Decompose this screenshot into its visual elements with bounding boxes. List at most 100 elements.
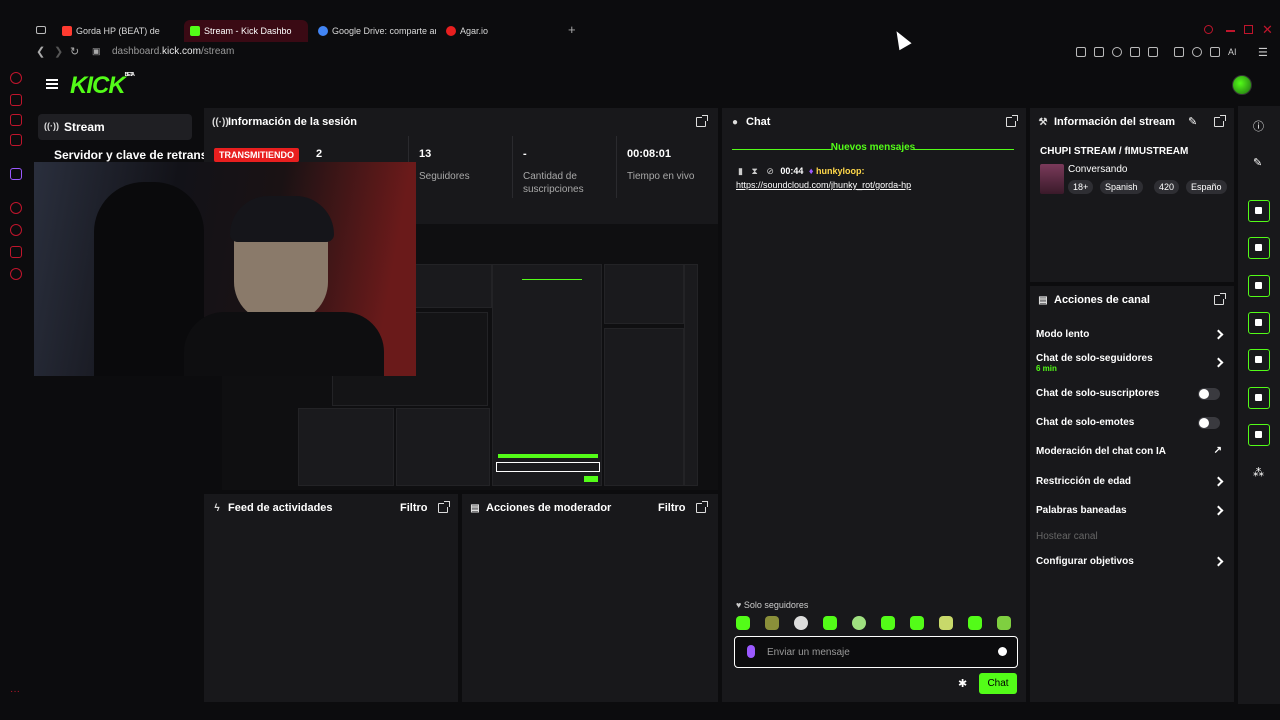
live-status-badge: TRANSMITIENDO <box>214 148 299 162</box>
tab-agar[interactable]: Agar.io <box>440 20 564 42</box>
action-followers-only-chat[interactable]: Chat de solo-seguidores 6 min <box>1036 353 1228 373</box>
ban-icon[interactable]: ⊘ <box>766 166 774 176</box>
action-banned-words[interactable]: Palabras baneadas <box>1036 505 1228 516</box>
instagram-icon[interactable] <box>10 134 22 146</box>
mic-icon[interactable] <box>747 645 755 658</box>
tab-overview-icon[interactable] <box>36 26 46 34</box>
emote[interactable] <box>823 616 837 630</box>
rail-button-mod-actions[interactable] <box>1248 275 1270 297</box>
extension-puzzle-icon[interactable] <box>1174 47 1184 57</box>
apps-icon[interactable]: ⁂ <box>1253 466 1264 479</box>
forward-icon[interactable]: ❯ <box>54 45 63 58</box>
messenger-icon[interactable] <box>10 72 22 84</box>
rail-button-activity[interactable] <box>1248 237 1270 259</box>
action-slow-mode[interactable]: Modo lento <box>1036 329 1228 340</box>
rail-button-session[interactable] <box>1248 200 1270 222</box>
wrench-icon: ⚒ <box>1038 116 1048 128</box>
hamburger-menu-icon[interactable] <box>46 79 58 89</box>
filter-button[interactable]: Filtro <box>400 502 428 514</box>
moderator-actions-panel: ▤ Acciones de moderador Filtro <box>462 494 718 702</box>
info-icon[interactable]: ⓘ <box>1253 118 1264 134</box>
tab-kick-dashboard[interactable]: Stream - Kick Dashbo <box>184 20 308 42</box>
menu-icon[interactable]: ☰ <box>1258 46 1268 59</box>
kick-logo[interactable]: KICKBETA <box>70 72 135 100</box>
external-link-icon: ↗ <box>1213 445 1222 456</box>
heart-icon[interactable] <box>1148 47 1158 57</box>
timeout-icon[interactable]: ⧗ <box>751 166 757 176</box>
snapshot-icon[interactable] <box>1094 47 1104 57</box>
popout-icon[interactable] <box>438 501 450 513</box>
twitch-icon[interactable] <box>10 168 22 180</box>
url-field[interactable]: dashboard.kick.com/stream <box>112 46 234 57</box>
reload-icon[interactable]: ↻ <box>70 45 79 58</box>
emote[interactable] <box>852 616 866 630</box>
new-tab-button[interactable]: + <box>568 22 576 37</box>
search-icon[interactable] <box>1204 25 1213 34</box>
download-icon[interactable] <box>1210 47 1220 57</box>
emote[interactable] <box>997 616 1011 630</box>
logo-text: KICK <box>70 72 126 99</box>
mail-icon[interactable] <box>10 114 22 126</box>
edit-icon[interactable]: ✎ <box>1253 156 1262 169</box>
popout-icon[interactable] <box>1006 115 1018 127</box>
emote[interactable] <box>794 616 808 630</box>
chat-panel: ● Chat Nuevos mensajes ▮ ⧗ ⊘ 00:44 ♦ hun… <box>722 108 1026 702</box>
chat-send-button[interactable]: Chat <box>979 673 1017 694</box>
camera-icon[interactable] <box>10 94 22 106</box>
emoji-icon[interactable] <box>998 647 1007 656</box>
close-window-icon[interactable]: ✕ <box>1262 22 1273 38</box>
tab-gorda-hp[interactable]: Gorda HP (BEAT) de <box>56 20 180 42</box>
action-age-restriction[interactable]: Restricción de edad <box>1036 476 1228 487</box>
emote[interactable] <box>881 616 895 630</box>
action-ai-moderation[interactable]: Moderación del chat con IA ↗ <box>1036 445 1228 457</box>
rail-button-channel-actions[interactable] <box>1248 387 1270 409</box>
preview-mini-mod-actions <box>396 408 490 486</box>
ai-label[interactable]: AI <box>1228 47 1237 57</box>
chat-text-field[interactable] <box>767 644 987 660</box>
channel-actions-panel: ▤ Acciones de canal Modo lento Chat de s… <box>1030 286 1234 702</box>
avatar[interactable] <box>1232 75 1252 95</box>
player-icon[interactable] <box>1130 47 1140 57</box>
live-time-label: Tiempo en vivo <box>627 171 695 182</box>
delete-icon[interactable]: ▮ <box>738 166 743 176</box>
rail-button-stream-info[interactable] <box>1248 424 1270 446</box>
history-icon[interactable] <box>10 202 22 214</box>
action-configure-goals[interactable]: Configurar objetivos <box>1036 556 1228 567</box>
toggle-switch[interactable] <box>1198 417 1220 429</box>
filter-button[interactable]: Filtro <box>658 502 686 514</box>
toggle-switch[interactable] <box>1198 388 1220 400</box>
action-emotes-only-chat[interactable]: Chat de solo-emotes <box>1036 417 1228 429</box>
popout-icon[interactable] <box>1214 293 1226 305</box>
new-messages-label: Nuevos mensajes <box>830 142 916 153</box>
nav-item-stream[interactable]: ((·)) Stream <box>38 114 192 140</box>
popout-icon[interactable] <box>696 115 708 127</box>
action-subscribers-only-chat[interactable]: Chat de solo-suscriptores <box>1036 388 1228 400</box>
tab-google-drive[interactable]: Google Drive: comparte ar <box>312 20 436 42</box>
emote[interactable] <box>736 616 750 630</box>
popout-icon[interactable] <box>696 501 708 513</box>
maximize-icon[interactable] <box>1244 25 1253 34</box>
clock-icon[interactable] <box>10 224 22 236</box>
bookmark-icon[interactable] <box>1076 47 1086 57</box>
emote[interactable] <box>968 616 982 630</box>
message-username[interactable]: hunkyloop: <box>816 166 865 176</box>
nav-item-server-key[interactable]: Servidor y clave de retransm <box>54 148 218 162</box>
vpn-icon[interactable] <box>1112 47 1122 57</box>
emote-bar <box>732 616 1024 632</box>
extensions-icon[interactable] <box>10 246 22 258</box>
chat-message-input[interactable] <box>734 636 1018 668</box>
emote[interactable] <box>910 616 924 630</box>
edit-pencil-icon[interactable]: ✎ <box>1188 115 1197 128</box>
emote[interactable] <box>765 616 779 630</box>
chat-settings-icon[interactable]: ✱ <box>958 677 967 690</box>
profile-icon[interactable] <box>1192 47 1202 57</box>
message-link[interactable]: https://soundcloud.com/jhunky_rot/gorda-… <box>736 180 911 190</box>
rail-button-chat[interactable] <box>1248 312 1270 334</box>
more-icon[interactable]: ··· <box>10 686 20 697</box>
minimize-icon[interactable] <box>1226 30 1235 32</box>
back-icon[interactable]: ❮ <box>36 45 45 58</box>
settings-gear-icon[interactable] <box>10 268 22 280</box>
rail-button-broadcast[interactable] <box>1248 349 1270 371</box>
emote[interactable] <box>939 616 953 630</box>
popout-icon[interactable] <box>1214 115 1226 127</box>
